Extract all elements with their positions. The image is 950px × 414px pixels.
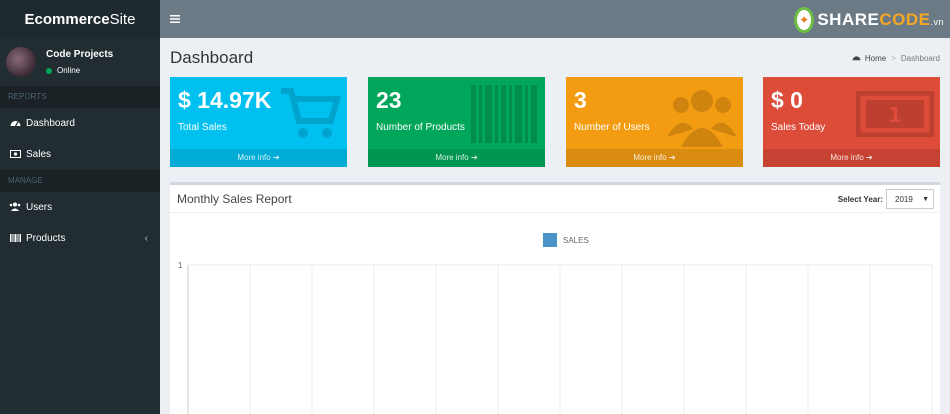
dashboard-icon [9,118,21,129]
user-status-text: Online [57,66,81,75]
user-name: Code Projects [46,49,114,60]
menu-toggle-icon[interactable] [170,12,180,26]
more-info-link[interactable]: More info ➔ [170,149,347,167]
more-info-link[interactable]: More info ➔ [368,149,545,167]
page-title: Dashboard [170,48,254,67]
panel-title: Monthly Sales Report [177,192,292,206]
breadcrumb: Home > Dashboard [852,54,940,63]
stat-box-products: 23 Number of Products More info ➔ [368,77,545,167]
stat-box-total-sales: $ 14.97K Total Sales More info ➔ [170,77,347,167]
stat-value: $ 14.97K [178,87,272,113]
y-tick-label: 1 [178,261,183,270]
monthly-sales-panel: Monthly Sales Report Select Year: 2019 ▼… [170,182,940,414]
stat-value: 3 [574,87,587,113]
user-status: Online [46,66,113,75]
stat-value: 23 [376,87,402,113]
more-info-link[interactable]: More info ➔ [566,149,743,167]
money-icon: 1 [855,90,935,142]
chart-legend: SALES [543,233,589,247]
caret-down-icon: ▼ [922,195,929,203]
breadcrumb-home[interactable]: Home [865,54,886,63]
panel-divider [170,212,940,213]
stat-label: Total Sales [178,122,227,133]
section-header-manage: MANAGE [0,170,160,192]
money-icon [9,149,21,160]
stat-box-users: 3 Number of Users More info ➔ [566,77,743,167]
sidebar-item-dashboard[interactable]: Dashboard [0,108,160,139]
breadcrumb-current: Dashboard [900,54,940,63]
year-selector-group: Select Year: 2019 ▼ [838,189,934,209]
users-icon [9,202,21,213]
legend-label: SALES [563,235,589,245]
sidebar-item-label: Users [26,202,53,213]
sales-chart: 1 [178,261,933,414]
sidebar-item-label: Products [26,233,66,244]
sidebar-item-products[interactable]: Products ‹ [0,223,160,254]
year-select-label: Select Year: [837,194,883,204]
stat-value: $ 0 [771,87,803,113]
logo-light: Site [109,10,136,28]
stat-box-sales-today: $ 0 Sales Today 1 More info ➔ [763,77,940,167]
avatar [6,47,36,77]
app-logo[interactable]: Ecommerce Site [0,0,160,38]
year-select[interactable]: 2019 ▼ [886,189,934,209]
year-select-value: 2019 [895,194,913,204]
stat-label: Number of Products [376,122,465,133]
sidebar: Ecommerce Site Code Projects Online REPOR… [0,0,160,414]
brand-watermark: ✦ SHARECODE.vn [794,4,944,36]
arrow-circle-right-icon: ➔ [470,153,478,162]
stat-label: Sales Today [771,122,826,133]
users-icon [667,85,737,152]
sidebar-item-sales[interactable]: Sales [0,139,160,170]
sidebar-item-label: Dashboard [26,118,75,129]
sidebar-item-label: Sales [26,149,52,160]
online-dot-icon [46,67,52,74]
breadcrumb-separator: > [891,54,896,63]
arrow-circle-right-icon: ➔ [865,153,873,162]
sidebar-item-users[interactable]: Users [0,192,160,223]
more-info-link[interactable]: More info ➔ [763,149,940,167]
dashboard-icon [852,54,861,63]
arrow-circle-right-icon: ➔ [272,153,280,162]
cart-icon [279,85,341,146]
top-navbar: ✦ SHARECODE.vn [160,0,950,38]
main-content: Dashboard Home > Dashboard $ 14.97K Tota… [160,38,950,414]
svg-text:1: 1 [888,103,902,127]
arrow-circle-right-icon: ➔ [668,153,676,162]
barcode-icon [471,85,539,148]
stat-boxes: $ 14.97K Total Sales More info ➔ 23 Numb… [170,77,940,167]
legend-swatch [543,233,557,247]
barcode-icon [9,233,21,244]
brand-logo-icon: ✦ [794,7,815,33]
stat-label: Number of Users [574,122,650,133]
brand-text: SHARECODE.vn [817,10,944,29]
user-panel: Code Projects Online [0,38,160,86]
chevron-left-icon: ‹ [144,233,148,244]
logo-bold: Ecommerce [24,10,110,28]
section-header-reports: REPORTS [0,86,160,108]
